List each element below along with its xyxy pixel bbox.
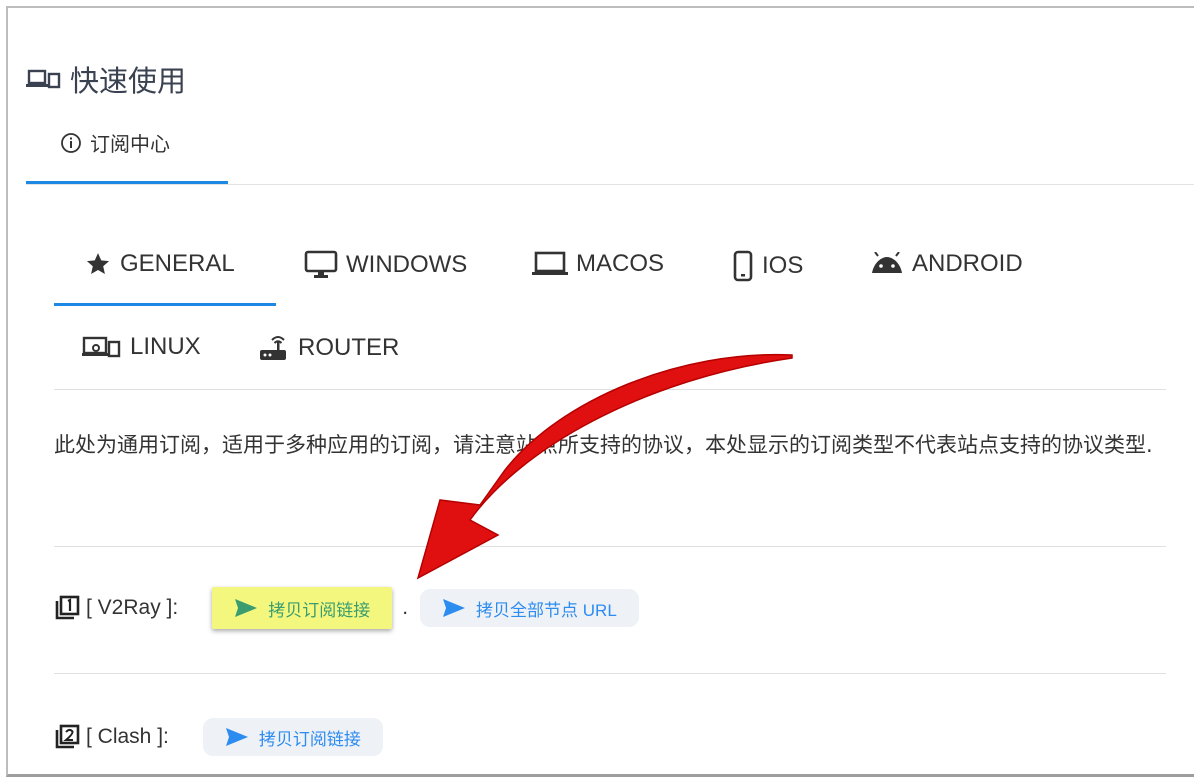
page-title-text: 快速使用 (70, 64, 187, 98)
copy-clash-subscription-label: 拷贝订阅链接 (258, 729, 361, 749)
number-one-icon (55, 595, 80, 620)
send-icon (235, 599, 258, 617)
laptop-icon (532, 251, 568, 275)
send-icon (443, 599, 466, 617)
tab-android-label: ANDROID (912, 250, 1023, 277)
info-icon (61, 132, 81, 153)
divider (54, 389, 1166, 390)
panel (6, 6, 1194, 777)
devices-icon (26, 69, 61, 89)
tab-ios-label: IOS (762, 252, 804, 279)
tab-general-label: GENERAL (120, 250, 235, 277)
star-icon (86, 253, 110, 274)
v2ray-row: [ V2Ray ]: 拷贝订阅链接 . 拷贝全部节点 URL (54, 587, 639, 629)
copy-all-nodes-button[interactable]: 拷贝全部节点 URL (420, 589, 639, 627)
tab-windows-label: WINDOWS (346, 251, 468, 278)
router-icon (260, 336, 286, 360)
page-title: 快速使用 (26, 58, 186, 100)
tab-macos-label: MACOS (576, 250, 665, 277)
phone-icon (733, 250, 753, 282)
v2ray-label: [ V2Ray ]: (86, 596, 179, 619)
clash-row: [ Clash ]: 拷贝订阅链接 (54, 718, 383, 756)
copy-v2ray-subscription-button[interactable]: 拷贝订阅链接 (212, 587, 393, 629)
linux-devices-icon (82, 336, 121, 358)
android-icon (872, 252, 902, 273)
divider (26, 184, 1194, 185)
send-icon (225, 728, 248, 746)
copy-v2ray-subscription-label: 拷贝订阅链接 (268, 600, 371, 620)
tab-android[interactable]: ANDROID (870, 250, 1023, 278)
monitor-icon (304, 250, 338, 278)
divider (54, 546, 1166, 547)
tab-linux[interactable]: LINUX (82, 333, 201, 361)
number-two-icon (55, 724, 80, 749)
general-description: 此处为通用订阅，适用于多种应用的订阅，请注意站点所支持的协议，本处显示的订阅类型… (54, 433, 1153, 457)
copy-clash-subscription-button[interactable]: 拷贝订阅链接 (202, 718, 383, 756)
tab-router[interactable]: ROUTER (258, 333, 399, 363)
clash-label: [ Clash ]: (86, 725, 169, 748)
tab-macos[interactable]: MACOS (532, 250, 664, 278)
tab-router-label: ROUTER (298, 334, 400, 361)
copy-all-nodes-label: 拷贝全部节点 URL (476, 600, 617, 620)
divider (54, 673, 1166, 674)
separator-dot: . (402, 596, 409, 619)
tab-windows[interactable]: WINDOWS (304, 250, 467, 280)
active-os-tab-indicator (54, 303, 276, 306)
tab-general[interactable]: GENERAL (84, 250, 235, 278)
tab-ios[interactable]: IOS (732, 250, 803, 282)
tab-linux-label: LINUX (130, 333, 201, 360)
tab-subscription-center[interactable]: 订阅中心 (60, 128, 170, 157)
tab-subscription-center-label: 订阅中心 (90, 132, 170, 156)
